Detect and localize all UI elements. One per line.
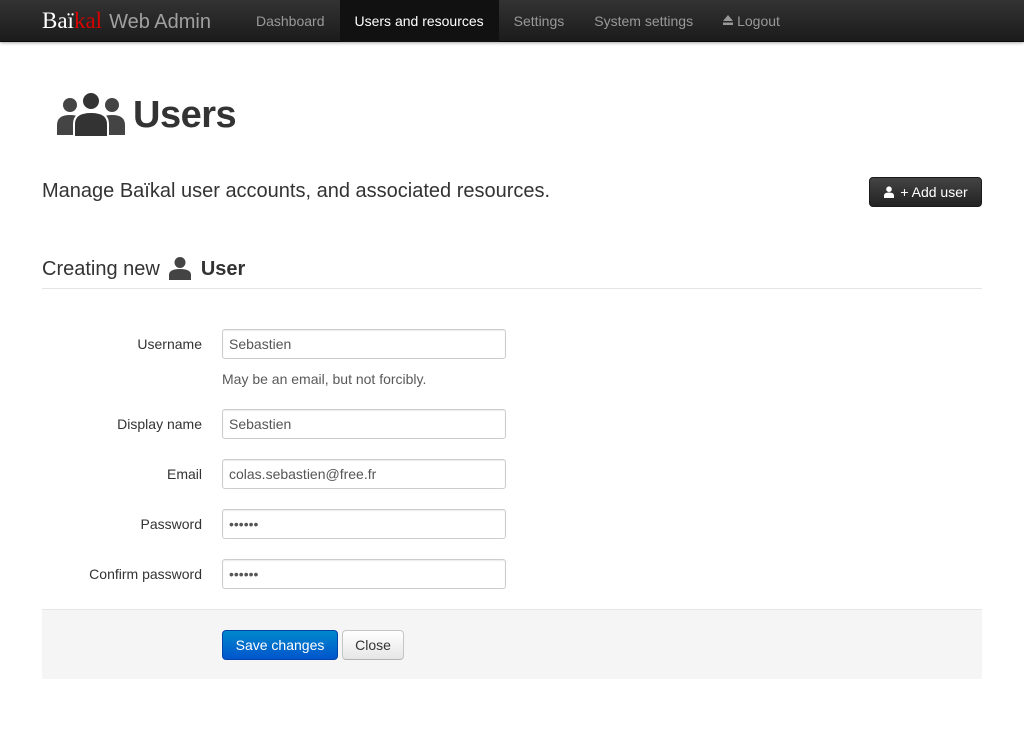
nav-item-label: Logout [737,13,780,29]
nav-menu: Dashboard Users and resources Settings S… [241,0,795,42]
add-user-button[interactable]: + Add user [869,177,982,207]
nav-item-label: System settings [594,13,694,29]
save-changes-button[interactable]: Save changes [222,630,338,660]
top-navbar: Baï kal Web Admin Dashboard Users and res… [0,0,1024,42]
add-user-label: + Add user [900,184,968,200]
email-label: Email [166,466,202,482]
page-description: Manage Baïkal user accounts, and associa… [42,180,551,202]
nav-item-system-settings[interactable]: System settings [579,0,708,42]
username-label: Username [137,336,202,352]
section-heading: Creating new User [42,255,982,289]
page-title: Users [133,94,237,136]
user-icon [884,186,895,198]
brand-kal: kal [73,8,103,33]
user-icon [168,257,191,280]
nav-item-logout[interactable]: Logout [708,0,795,42]
eject-icon [723,15,734,25]
display-name-field[interactable] [222,409,506,439]
nav-item-dashboard[interactable]: Dashboard [241,0,340,42]
nav-item-label: Dashboard [256,13,325,29]
nav-item-users-and-resources[interactable]: Users and resources [339,0,499,42]
section-heading-prefix: Creating new [42,258,160,280]
brand-web-admin: Web Admin [109,11,211,33]
form-actions: Save changes Close [42,609,982,679]
password-label: Password [140,516,202,532]
confirm-password-field[interactable] [222,559,506,589]
brand-logo[interactable]: Baï kal Web Admin [42,6,211,36]
close-button[interactable]: Close [342,630,404,660]
username-field[interactable] [222,329,506,359]
nav-item-label: Users and resources [354,13,484,29]
username-help-text: May be an email, but not forcibly. [222,371,427,387]
email-field[interactable] [222,459,506,489]
brand-bai: Baï [42,8,74,33]
password-field[interactable] [222,509,506,539]
nav-item-label: Settings [513,13,565,29]
confirm-password-label: Confirm password [89,566,202,582]
section-heading-object: User [200,258,246,280]
nav-item-settings[interactable]: Settings [499,0,580,42]
display-name-label: Display name [117,416,202,432]
users-group-icon [57,91,125,137]
